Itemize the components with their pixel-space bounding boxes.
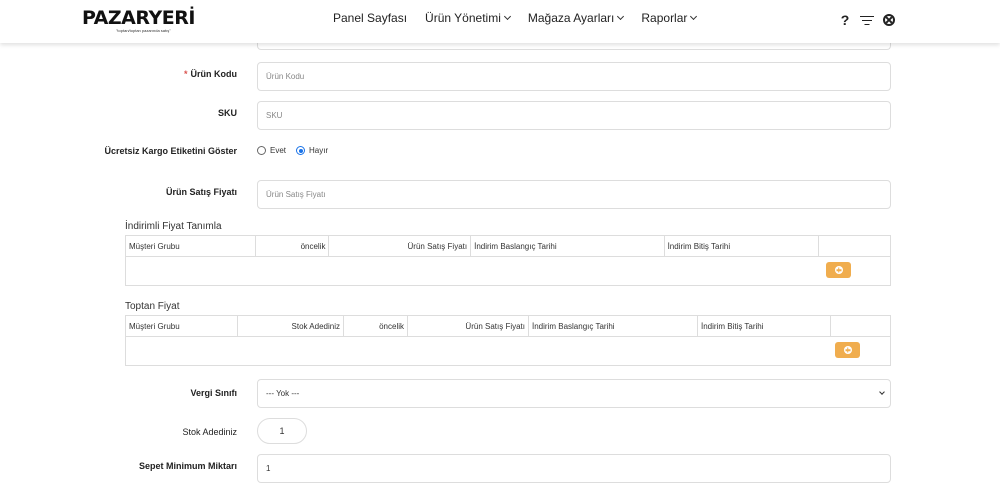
input-value: 1	[279, 426, 285, 436]
add-wholesale-button[interactable]	[835, 342, 860, 358]
radio-yes-label: Evet	[270, 146, 287, 155]
placeholder: SKU	[266, 111, 283, 120]
cart-min-input[interactable]: 1	[257, 454, 891, 483]
column-header-actions	[831, 316, 890, 336]
required-mark: *	[183, 69, 188, 79]
help-icon[interactable]: ?	[838, 11, 852, 29]
plus-icon	[843, 346, 852, 354]
product-code-label: * Ürün Kodu	[77, 68, 237, 80]
logo-text: PAZARYERİ	[82, 7, 195, 29]
column-header: Ürün Satış Fiyatı	[408, 316, 529, 336]
table-header: Müşteri Grubu öncelik Ürün Satış Fiyatı …	[126, 236, 890, 257]
placeholder: Ürün Satış Fiyatı	[266, 190, 326, 199]
column-header: İndirim Baslangıç Tarihi	[529, 316, 698, 336]
input-value: 1	[266, 464, 271, 473]
free-shipping-radios: Evet Hayır	[257, 146, 338, 155]
nav-label: Panel Sayfası	[333, 11, 408, 25]
filter-icon	[860, 15, 874, 26]
product-code-input[interactable]: Ürün Kodu	[257, 62, 891, 91]
table-body	[126, 257, 890, 285]
table-header: Müşteri Grubu Stok Adediniz öncelik Ürün…	[126, 316, 890, 337]
stock-count-input[interactable]: 1	[257, 418, 307, 444]
sku-label: SKU	[217, 108, 237, 118]
column-header: İndirim Bitiş Tarihi	[698, 316, 831, 336]
radio-no-label: Hayır	[309, 146, 329, 155]
nav-reports[interactable]: Raporlar	[641, 11, 698, 25]
discount-section-title: İndirimli Fiyat Tanımla	[125, 221, 222, 232]
column-header: Ürün Satış Fiyatı	[329, 236, 472, 256]
chevron-down-icon	[503, 12, 511, 21]
sale-price-label: Ürün Satış Fiyatı	[165, 187, 237, 197]
cart-min-label: Sepet Minimum Miktarı	[138, 461, 237, 471]
column-header-actions	[819, 236, 890, 256]
main-nav: Panel Sayfası Ürün Yönetimi Mağaza Ayarl…	[333, 11, 714, 25]
free-shipping-label: Ücretsiz Kargo Etiketini Göster	[104, 146, 237, 156]
language-button[interactable]	[882, 11, 896, 29]
table-body	[126, 337, 890, 365]
column-header: Müşteri Grubu	[126, 316, 238, 336]
nav-store-settings[interactable]: Mağaza Ayarları	[527, 11, 625, 25]
column-header: Stok Adediniz	[238, 316, 344, 336]
filter-button[interactable]	[860, 11, 874, 29]
top-navbar: PAZARYERİ "toptan/toptan pazarında satış…	[0, 0, 1000, 43]
radio-yes[interactable]	[257, 146, 266, 155]
nav-label: Raporlar	[641, 11, 688, 25]
selected-value: --- Yok ---	[266, 389, 300, 398]
column-header: Müşteri Grubu	[126, 236, 256, 256]
tax-class-select[interactable]: --- Yok ---	[257, 379, 891, 408]
column-header: öncelik	[256, 236, 330, 256]
discount-table: Müşteri Grubu öncelik Ürün Satış Fiyatı …	[125, 235, 891, 286]
column-header: İndirim Bitiş Tarihi	[665, 236, 820, 256]
chevron-down-icon	[879, 389, 885, 395]
nav-label: Mağaza Ayarları	[527, 11, 615, 25]
header-tools: ?	[838, 11, 904, 29]
globe-icon	[883, 14, 895, 26]
wholesale-section-title: Toptan Fiyat	[125, 301, 180, 312]
logo[interactable]: PAZARYERİ "toptan/toptan pazarında satış…	[82, 8, 195, 33]
chevron-down-icon	[690, 12, 698, 21]
add-discount-button[interactable]	[826, 262, 851, 278]
tax-class-label: Vergi Sınıfı	[190, 388, 237, 398]
sale-price-input[interactable]: Ürün Satış Fiyatı	[257, 180, 891, 209]
sku-input[interactable]: SKU	[257, 101, 891, 130]
nav-label: Ürün Yönetimi	[425, 11, 501, 25]
chevron-down-icon	[617, 12, 625, 21]
wholesale-table: Müşteri Grubu Stok Adediniz öncelik Ürün…	[125, 315, 891, 366]
label-text: Ürün Kodu	[190, 69, 238, 79]
column-header: İndirim Baslangıç Tarihi	[471, 236, 665, 256]
nav-products[interactable]: Ürün Yönetimi	[425, 11, 511, 25]
plus-icon	[834, 266, 843, 274]
radio-no[interactable]	[296, 146, 306, 155]
stock-count-label: Stok Adediniz	[182, 427, 237, 437]
nav-panel[interactable]: Panel Sayfası	[333, 11, 407, 25]
column-header: öncelik	[344, 316, 408, 336]
placeholder: Ürün Kodu	[266, 72, 305, 81]
